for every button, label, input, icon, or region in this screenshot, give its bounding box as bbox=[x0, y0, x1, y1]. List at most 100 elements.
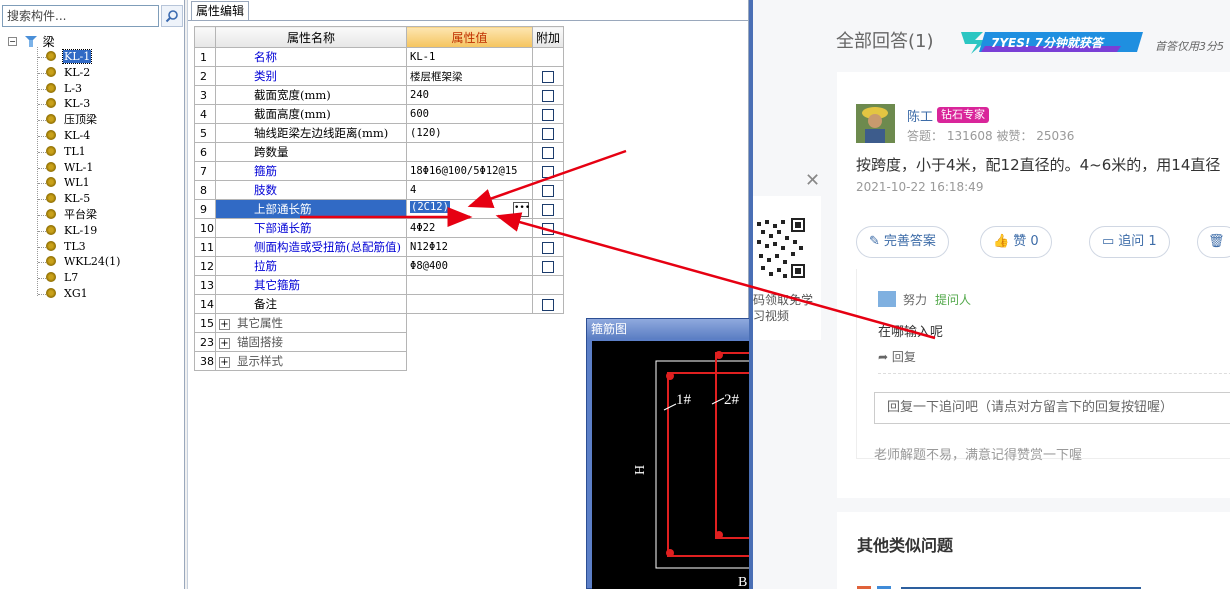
extra-cell bbox=[532, 294, 564, 314]
close-icon[interactable]: ✕ bbox=[805, 170, 820, 191]
component-search-input[interactable]: 搜索构件... bbox=[2, 5, 159, 27]
extra-checkbox[interactable] bbox=[542, 203, 554, 216]
property-value[interactable]: 18Φ16@100/5Φ12@15 bbox=[406, 161, 533, 181]
property-row[interactable]: 7 箍筋 18Φ16@100/5Φ12@15 bbox=[194, 161, 564, 181]
property-value[interactable]: N12Φ12 bbox=[406, 237, 533, 257]
property-group[interactable]: + 锚固搭接 bbox=[215, 332, 407, 352]
like-button[interactable]: 👍 赞 0 bbox=[980, 226, 1052, 258]
expand-icon[interactable]: + bbox=[219, 338, 230, 349]
property-value[interactable]: 240 bbox=[406, 85, 533, 105]
property-value[interactable]: 楼层框架梁 bbox=[406, 66, 533, 86]
tree-item[interactable]: WKL24(1) bbox=[46, 254, 121, 270]
property-row[interactable]: 5 轴线距梁左边线距离(mm) (120) bbox=[194, 123, 564, 143]
answer-author[interactable]: 陈工 bbox=[907, 106, 933, 125]
expand-icon[interactable]: + bbox=[219, 357, 230, 368]
tree-item[interactable]: WL-1 bbox=[46, 160, 94, 176]
extra-checkbox[interactable] bbox=[542, 165, 554, 178]
reply-icon: ➦ bbox=[878, 350, 892, 364]
property-value[interactable] bbox=[406, 294, 533, 314]
all-answers-title: 全部回答(1) bbox=[836, 31, 934, 52]
extra-checkbox[interactable] bbox=[542, 108, 554, 121]
tree-item[interactable]: TL3 bbox=[46, 239, 87, 255]
tree-connector bbox=[38, 104, 46, 106]
extra-checkbox[interactable] bbox=[542, 184, 554, 197]
component-icon bbox=[46, 177, 56, 188]
collapse-icon[interactable]: − bbox=[8, 37, 17, 46]
avatar[interactable] bbox=[856, 104, 895, 143]
extra-checkbox[interactable] bbox=[542, 127, 554, 140]
property-value[interactable]: (120) bbox=[406, 123, 533, 143]
tree-item[interactable]: 压顶梁 bbox=[46, 112, 98, 128]
property-row[interactable]: 1 名称 KL-1 bbox=[194, 47, 564, 67]
property-group-row[interactable]: 15 + 其它属性 bbox=[194, 313, 564, 333]
property-value[interactable]: 4 bbox=[406, 180, 533, 200]
property-grid: 属性名称 属性值 附加 1 名称 KL-1 2 类别 楼层框架梁 3 截面宽度(mm) 240 4… bbox=[194, 26, 564, 371]
qr-code-card: 码领取免学习视频 bbox=[753, 196, 821, 340]
expand-icon[interactable]: + bbox=[219, 319, 230, 330]
reply-button[interactable]: ➦ 回复 bbox=[878, 348, 916, 365]
extra-checkbox[interactable] bbox=[542, 89, 554, 102]
property-value-editor[interactable]: (2C12) bbox=[410, 201, 450, 213]
row-index: 8 bbox=[194, 180, 216, 200]
improve-answer-button[interactable]: ✎ 完善答案 bbox=[856, 226, 949, 258]
extra-checkbox[interactable] bbox=[542, 70, 554, 83]
followup-text: 在哪输入呢 bbox=[878, 325, 944, 340]
tree-item[interactable]: KL-5 bbox=[46, 191, 91, 207]
extra-checkbox[interactable] bbox=[542, 241, 554, 254]
property-row[interactable]: 8 肢数 4 bbox=[194, 180, 564, 200]
tree-item[interactable]: TL1 bbox=[46, 144, 87, 160]
property-value[interactable] bbox=[406, 275, 533, 295]
tree-item[interactable]: WL1 bbox=[46, 175, 91, 191]
property-value[interactable]: Φ8@400 bbox=[406, 256, 533, 276]
property-row[interactable]: 14 备注 bbox=[194, 294, 564, 314]
tree-item[interactable]: L7 bbox=[46, 270, 79, 286]
property-row[interactable]: 12 拉筋 Φ8@400 bbox=[194, 256, 564, 276]
property-row[interactable]: 6 跨数量 bbox=[194, 142, 564, 162]
tab-property-edit[interactable]: 属性编辑 bbox=[191, 1, 249, 21]
tree-item[interactable]: KL-19 bbox=[46, 223, 98, 239]
tree-item-label: 压顶梁 bbox=[64, 113, 97, 127]
property-row[interactable]: 9 上部通长筋 (2C12) ••• bbox=[194, 199, 564, 219]
search-button[interactable] bbox=[161, 5, 183, 27]
tree-item-label: L-3 bbox=[64, 81, 83, 95]
property-row[interactable]: 2 类别 楼层框架梁 bbox=[194, 66, 564, 86]
property-row[interactable]: 11 侧面构造或受扭筋(总配筋值) N12Φ12 bbox=[194, 237, 564, 257]
property-group[interactable]: + 其它属性 bbox=[215, 313, 407, 333]
width-label: B bbox=[738, 575, 747, 589]
tree-item[interactable]: KL-2 bbox=[46, 65, 91, 81]
followup-button[interactable]: ▭ 追问 1 bbox=[1089, 226, 1170, 258]
property-value[interactable]: 600 bbox=[406, 104, 533, 124]
tree-item[interactable]: KL-1 bbox=[46, 49, 93, 65]
property-row[interactable]: 3 截面宽度(mm) 240 bbox=[194, 85, 564, 105]
property-value[interactable]: KL-1 bbox=[406, 47, 533, 67]
property-name: 备注 bbox=[215, 294, 407, 314]
extra-checkbox[interactable] bbox=[542, 298, 554, 311]
extra-checkbox[interactable] bbox=[542, 222, 554, 235]
row-index: 14 bbox=[194, 294, 216, 314]
delete-button[interactable]: 🗑 bbox=[1197, 226, 1230, 258]
similar-question-item[interactable] bbox=[857, 584, 1230, 589]
tree-item[interactable]: L-3 bbox=[46, 81, 83, 97]
tree-root-beam[interactable]: − 梁 bbox=[8, 33, 55, 49]
property-value[interactable]: (2C12) ••• bbox=[406, 199, 533, 219]
property-group-row[interactable]: 23 + 锚固搭接 bbox=[194, 332, 564, 352]
tree-item[interactable]: KL-4 bbox=[46, 128, 91, 144]
reply-input[interactable]: 回复一下追问吧（请点对方留言下的回复按钮喔） bbox=[874, 392, 1230, 424]
tree-item[interactable]: KL-3 bbox=[46, 96, 91, 112]
property-group[interactable]: + 显示样式 bbox=[215, 351, 407, 371]
property-group-row[interactable]: 38 + 显示样式 bbox=[194, 351, 564, 371]
property-row[interactable]: 13 其它箍筋 bbox=[194, 275, 564, 295]
ellipsis-button[interactable]: ••• bbox=[513, 202, 530, 217]
extra-checkbox[interactable] bbox=[542, 146, 554, 159]
property-row[interactable]: 4 截面高度(mm) 600 bbox=[194, 104, 564, 124]
answer-time: 2021-10-22 16:18:49 bbox=[856, 180, 984, 194]
user-avatar-icon bbox=[856, 104, 895, 143]
tree-item[interactable]: 平台梁 bbox=[46, 207, 98, 223]
property-name: 侧面构造或受扭筋(总配筋值) bbox=[215, 237, 407, 257]
property-value[interactable]: 4Φ22 bbox=[406, 218, 533, 238]
extra-checkbox[interactable] bbox=[542, 260, 554, 273]
property-value[interactable] bbox=[406, 142, 533, 162]
tree-item[interactable]: XG1 bbox=[46, 286, 89, 302]
asker-name[interactable]: 努力 bbox=[903, 291, 927, 308]
property-row[interactable]: 10 下部通长筋 4Φ22 bbox=[194, 218, 564, 238]
